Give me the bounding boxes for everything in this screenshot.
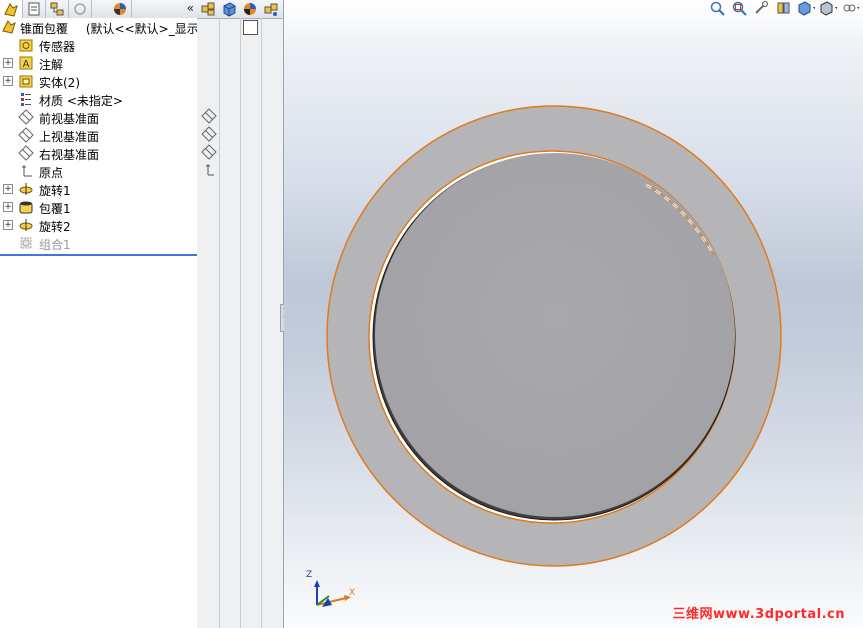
solid-bodies-icon [19,75,33,88]
expand-toggle[interactable]: + [3,184,13,194]
tree-item-label: 材质 <未指定> [39,94,123,108]
tree-item-label: 包覆1 [39,202,71,216]
column-divider [219,18,220,628]
revolve-icon [19,219,33,231]
feature-tree: 锥面包覆 (默认<<默认>_显示状 传感器 + A 注解 + 实体(2) 材质 … [0,18,211,628]
column-divider [261,18,262,628]
root-part-name: 锥面包覆 (默认<<默认>_显示状 [20,20,211,37]
tree-item-label: 旋转2 [39,220,71,234]
material-icon [21,93,31,106]
tree-item-label: 上视基准面 [39,130,100,144]
configuration-label: (默认<<默认>_显示状 [85,22,211,36]
svg-text:A: A [23,59,30,70]
scene-icon[interactable] [263,1,279,17]
wrap-icon [19,201,33,214]
column-header [197,0,283,19]
sensor-folder-icon [19,39,33,52]
configuration-manager-icon [50,2,64,16]
axes-triad [314,580,351,607]
annotations-icon: A [19,56,33,70]
tree-item-label: 传感器 [39,40,76,54]
rollback-bar[interactable] [0,254,197,256]
tree-item-label: 旋转1 [39,184,71,198]
x-axis-label: X [349,588,356,598]
tree-item-label: 前视基准面 [39,112,100,126]
inner-face[interactable] [375,153,735,517]
expand-toggle[interactable]: + [3,58,13,68]
tree-item-label: 注解 [39,58,64,72]
combine-icon [20,237,32,249]
panel-tab-bar: « [0,0,197,19]
expand-toggle[interactable]: + [3,220,13,230]
tab-display-manager[interactable] [92,0,132,18]
part-name: 锥面包覆 [20,22,69,36]
expand-toggle[interactable]: + [3,76,13,86]
feature-manager-icon [4,2,18,17]
feature-columns [197,0,283,628]
property-manager-icon [28,2,40,16]
part-icon [2,20,16,34]
tree-item-revolve1[interactable]: + 旋转1 [0,180,197,198]
appearance-icon[interactable] [242,1,258,17]
tree-item-origin[interactable]: 原点 [0,162,197,180]
tree-item-label: 右视基准面 [39,148,100,162]
tab-feature-manager[interactable] [0,0,23,19]
expand-toggle[interactable]: + [3,202,13,212]
plane-icon [201,126,217,142]
dimxpert-icon [74,3,86,15]
display-manager-icon [114,3,126,15]
tree-item-label: 实体(2) [39,76,80,90]
model-view[interactable] [284,0,863,628]
plane-icon [201,108,217,124]
plane-icon [18,145,34,161]
tree-item-sensors[interactable]: 传感器 [0,36,197,54]
feature-manager-panel: « 锥面包覆 (默认<<默认>_显示状 传感器 + A 注解 + 实体(2) 材… [0,0,289,628]
watermark-text: 三维网www.3dportal.cn [672,607,845,622]
tab-configuration-manager[interactable] [46,0,69,18]
assembly-icon[interactable] [200,1,216,17]
cube-icon[interactable] [221,1,237,17]
tree-item-right-plane[interactable]: 右视基准面 [0,144,197,162]
tree-item-wrap1[interactable]: + 包覆1 [0,198,197,216]
tree-item-front-plane[interactable]: 前视基准面 [0,108,197,126]
tree-item-label: 原点 [39,166,64,180]
tree-item-material[interactable]: 材质 <未指定> [0,90,197,108]
tree-root-part[interactable]: 锥面包覆 (默认<<默认>_显示状 [0,18,211,36]
tree-item-label: 组合1 [39,238,71,252]
origin-icon [206,164,214,176]
plane-icon [18,127,34,143]
tree-item-annotations[interactable]: + A 注解 [0,54,197,72]
tree-item-combine1[interactable]: 组合1 [0,234,197,252]
plane-icon [18,109,34,125]
column-divider [240,18,241,628]
collapse-panel-button[interactable]: « [187,1,194,15]
tab-dimxpert-manager[interactable] [69,0,92,18]
plane-icon [201,144,217,160]
tree-item-revolve2[interactable]: + 旋转2 [0,216,197,234]
tree-item-top-plane[interactable]: 上视基准面 [0,126,197,144]
tab-property-manager[interactable] [23,0,46,18]
z-axis-label: Z [306,570,313,580]
origin-icon [22,165,32,177]
tree-item-solid-bodies[interactable]: + 实体(2) [0,72,197,90]
display-checkbox[interactable] [243,20,258,35]
graphics-area[interactable]: Z X 三维网www.3dportal.cn [284,0,863,628]
revolve-icon [19,183,33,195]
